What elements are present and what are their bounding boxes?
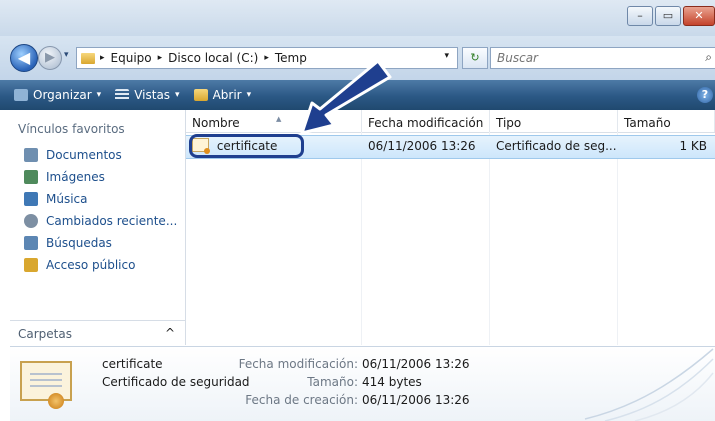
chevron-down-icon: ▾ (175, 90, 180, 100)
open-folder-icon (193, 89, 208, 101)
sidebar-item-musica[interactable]: Música (24, 188, 177, 210)
documents-icon (24, 148, 38, 162)
sidebar-item-busquedas[interactable]: Búsquedas (24, 232, 177, 254)
history-dropdown-icon[interactable]: ▾ (64, 50, 69, 60)
details-size-label: Tamaño: (307, 375, 358, 389)
file-type: Certificado de seg... (496, 139, 617, 153)
folders-toggle[interactable]: Carpetas ^ (10, 320, 185, 346)
details-file-name: certificate (102, 357, 163, 371)
public-folder-icon (24, 258, 38, 272)
sidebar-item-label: Música (46, 192, 88, 206)
favorite-links-list: Documentos Imágenes Música Cambiados rec… (24, 144, 177, 276)
chevron-up-icon: ^ (164, 326, 175, 340)
breadcrumb-equipo[interactable]: Equipo (111, 51, 152, 65)
breadcrumb-separator[interactable]: ▸ (264, 53, 269, 63)
details-modified-label: Fecha modificación: (238, 357, 358, 371)
sidebar-item-label: Imágenes (46, 170, 105, 184)
sidebar-item-imagenes[interactable]: Imágenes (24, 166, 177, 188)
breadcrumb-separator[interactable]: ▸ (100, 53, 105, 63)
minimize-button[interactable]: – (627, 6, 653, 26)
column-divider (361, 132, 362, 345)
title-bar: – ▭ ✕ (0, 0, 715, 36)
organize-icon (14, 89, 28, 101)
sidebar-item-label: Documentos (46, 148, 122, 162)
column-divider (489, 132, 490, 345)
sidebar-item-label: Cambiados reciente... (46, 214, 178, 228)
sidebar-item-label: Búsquedas (46, 236, 112, 250)
details-created-label: Fecha de creación: (245, 393, 358, 407)
decorative-swoosh (584, 348, 714, 421)
search-input[interactable] (491, 50, 689, 66)
forward-button[interactable]: ▶ (38, 46, 62, 70)
searches-icon (24, 236, 38, 250)
abrir-label: Abrir (212, 88, 242, 102)
vistas-button[interactable]: Vistas ▾ (115, 88, 180, 102)
back-button[interactable]: ◀ (10, 44, 38, 72)
file-list: ▲ Nombre Fecha modificación Tipo Tamaño … (186, 110, 715, 345)
file-size: 1 KB (679, 139, 707, 153)
column-header-row: ▲ Nombre Fecha modificación Tipo Tamaño (186, 110, 715, 133)
column-header-type[interactable]: Tipo (490, 110, 618, 132)
certificate-seal-icon (48, 393, 64, 409)
highlight-box (189, 134, 304, 158)
navigation-pane: Vínculos favoritos Documentos Imágenes M… (10, 110, 186, 345)
music-icon (24, 192, 38, 206)
column-header-name-label: Nombre (192, 116, 240, 130)
chevron-down-icon: ▾ (96, 90, 102, 100)
organizar-button[interactable]: Organizar ▾ (14, 88, 101, 102)
folder-icon (81, 52, 95, 64)
pointer-arrow-icon (300, 59, 392, 135)
breadcrumb-disco-local[interactable]: Disco local (C:) (168, 51, 258, 65)
abrir-button[interactable]: Abrir ▾ (193, 88, 252, 102)
certificate-large-icon (20, 361, 72, 409)
certificate-lines (30, 373, 62, 375)
chevron-down-icon: ▾ (246, 90, 252, 100)
help-icon[interactable]: ? (697, 87, 713, 103)
search-icon[interactable]: ⌕ (705, 50, 712, 65)
pictures-icon (24, 170, 38, 184)
details-modified-value: 06/11/2006 13:26 (362, 357, 470, 371)
close-button[interactable]: ✕ (683, 6, 715, 26)
vistas-label: Vistas (134, 88, 171, 102)
folders-label: Carpetas (18, 326, 72, 341)
recent-icon (24, 214, 38, 228)
views-icon (115, 89, 130, 101)
details-size-value: 414 bytes (362, 375, 422, 389)
sidebar-item-label: Acceso público (46, 258, 136, 272)
sidebar-item-acceso-publico[interactable]: Acceso público (24, 254, 177, 276)
search-box[interactable]: ⌕ (490, 47, 715, 69)
maximize-button[interactable]: ▭ (655, 6, 681, 26)
details-created-value: 06/11/2006 13:26 (362, 393, 470, 407)
organizar-label: Organizar (33, 88, 92, 102)
column-header-size[interactable]: Tamaño (618, 110, 715, 132)
favorite-links-heading: Vínculos favoritos (18, 122, 125, 136)
column-divider (617, 132, 618, 345)
sidebar-item-documentos[interactable]: Documentos (24, 144, 177, 166)
address-dropdown-icon[interactable]: ▾ (444, 51, 449, 61)
sort-arrow-icon: ▲ (276, 115, 282, 123)
refresh-button[interactable]: ↻ (462, 47, 488, 69)
sidebar-item-cambiados-recientemente[interactable]: Cambiados reciente... (24, 210, 177, 232)
window-controls: – ▭ ✕ (625, 6, 715, 26)
explorer-window: – ▭ ✕ ◀ ▶ ▾ ▸ Equipo ▸ Disco local (C:) … (0, 0, 715, 421)
details-pane: certificate Certificado de seguridad Fec… (10, 346, 715, 421)
breadcrumb-separator[interactable]: ▸ (158, 53, 163, 63)
file-row[interactable]: certificate 06/11/2006 13:26 Certificado… (186, 134, 715, 159)
